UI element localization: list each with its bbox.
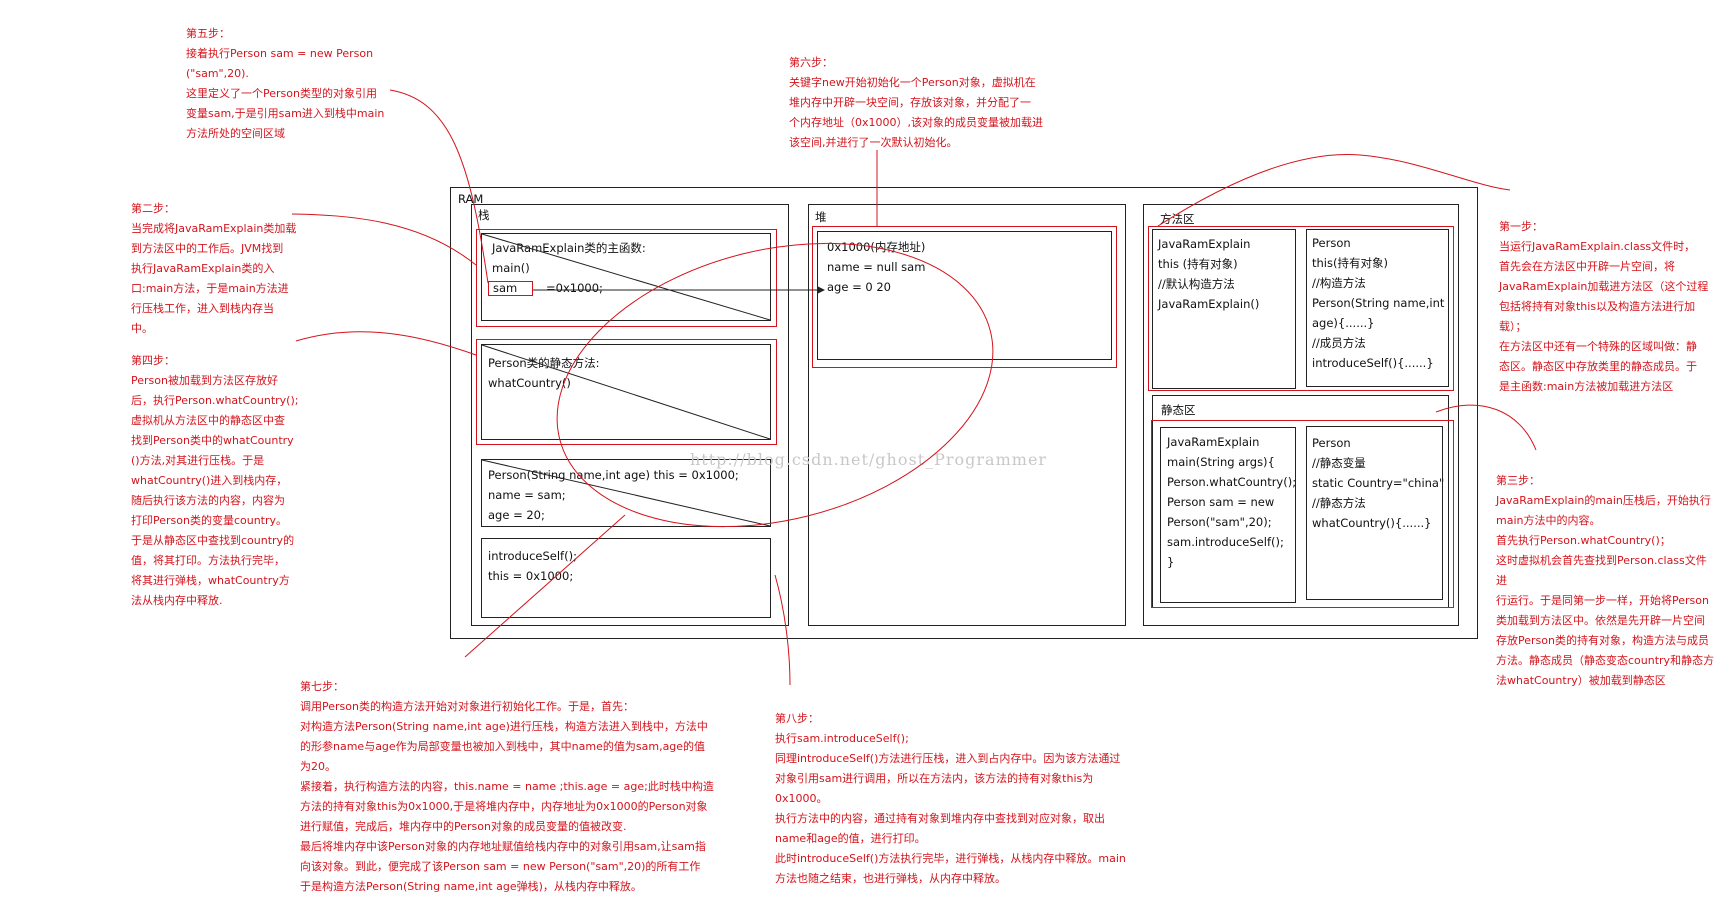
constructor-frame-crossout <box>481 459 771 527</box>
step-2-leader <box>291 213 477 266</box>
step-7-leader <box>464 514 626 658</box>
step-8-leader <box>774 574 791 686</box>
memory-diagram: RAM 栈 JavaRamExplain类的主函数: main() sam =0… <box>0 0 1718 893</box>
step-3-leader <box>1435 404 1537 451</box>
connector-overlay <box>291 89 1537 686</box>
step-1-leader-a <box>1157 153 1511 227</box>
step-5-leader <box>389 89 489 284</box>
step-4-leader <box>295 331 477 356</box>
constructor-init-ellipse <box>556 242 994 528</box>
static-frame-crossout <box>481 344 771 440</box>
